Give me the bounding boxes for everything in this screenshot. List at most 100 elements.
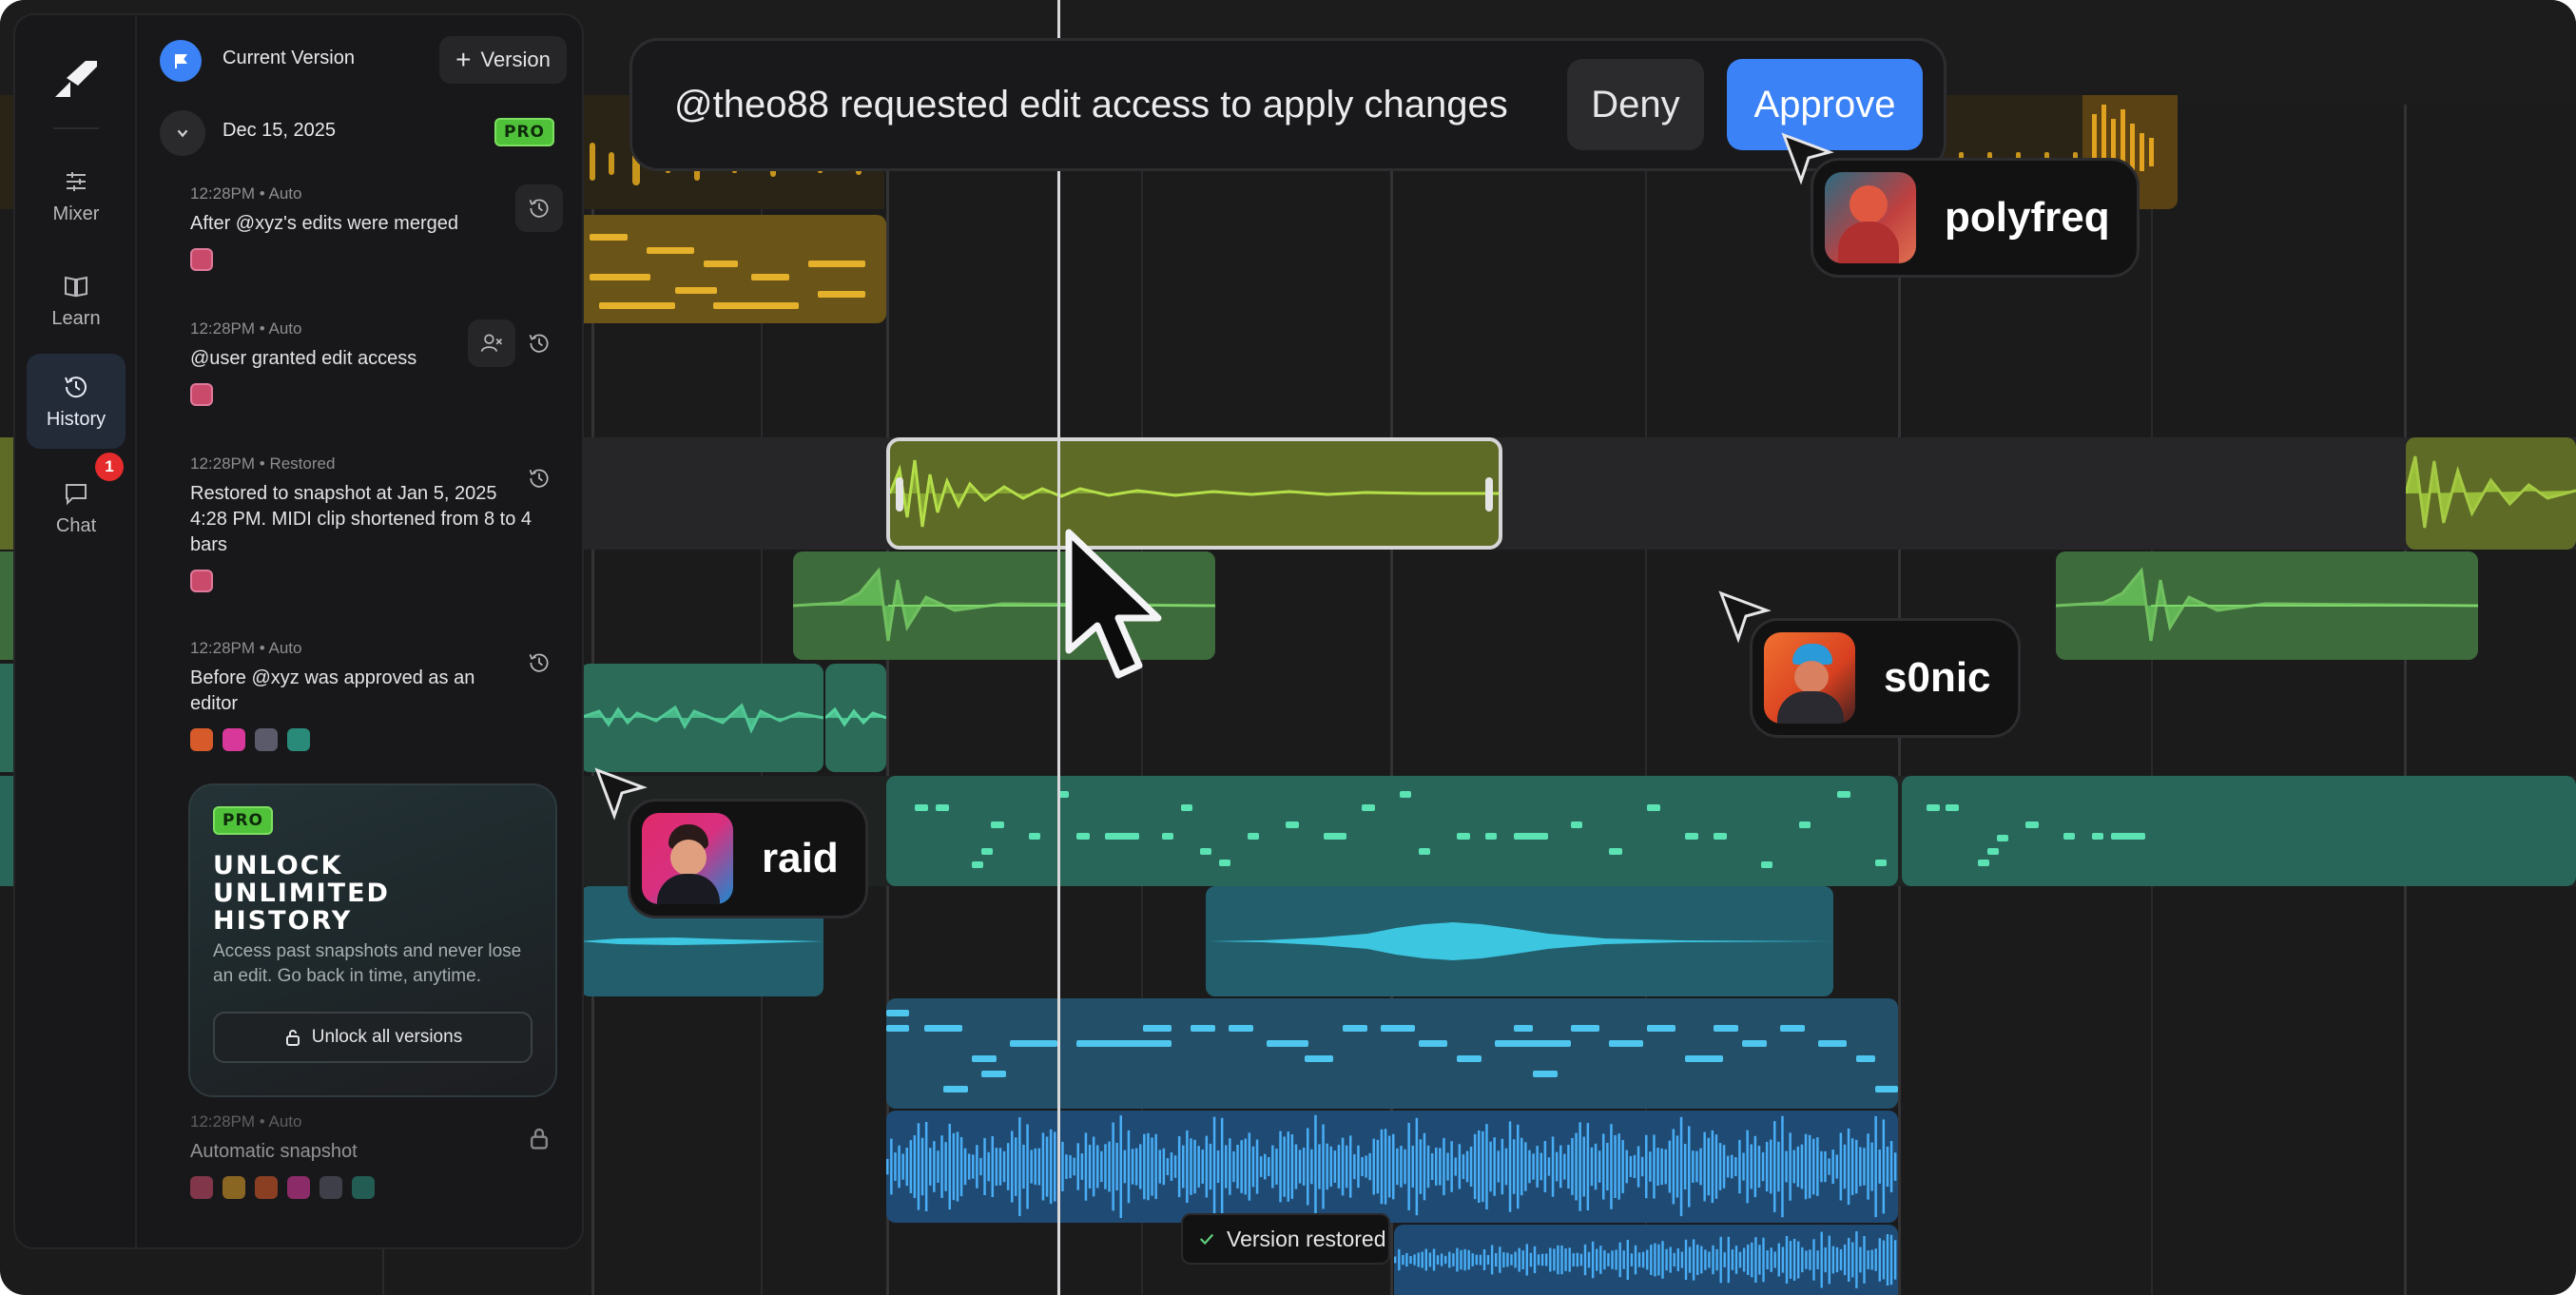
- waveform-bar: [1704, 1249, 1707, 1270]
- waveform-bar: [1034, 1148, 1036, 1186]
- app-logo-icon[interactable]: [49, 53, 103, 106]
- midi-clip-teal[interactable]: [1902, 776, 2576, 886]
- waveform-bar: [1151, 1137, 1153, 1196]
- waveform-bar: [1232, 1150, 1235, 1183]
- waveform-bar: [1889, 1141, 1893, 1192]
- waveform-bar: [987, 1151, 990, 1182]
- waveform-bar: [898, 1145, 901, 1189]
- audio-clip-blue[interactable]: [886, 1111, 1898, 1223]
- waveform-bar: [1259, 1156, 1263, 1177]
- waveform-bar: [1201, 1150, 1204, 1184]
- restore-button[interactable]: [515, 639, 563, 686]
- waveform-bar: [1162, 1148, 1166, 1186]
- waveform-bar: [894, 1152, 897, 1181]
- waveform-bar: [1380, 1129, 1384, 1205]
- waveform-bar: [1800, 1144, 1804, 1189]
- audio-clip-teal[interactable]: [825, 664, 886, 772]
- audio-clip-cyan[interactable]: [1206, 886, 1833, 996]
- waveform-bar: [1536, 1146, 1539, 1188]
- waveform-bar: [1785, 1236, 1789, 1284]
- waveform-bar: [1843, 1244, 1847, 1276]
- nav-rail: Mixer Learn History Chat 1: [15, 15, 137, 1247]
- unlock-all-versions-button[interactable]: Unlock all versions: [213, 1012, 533, 1063]
- audio-clip-teal[interactable]: [0, 664, 13, 772]
- waveform-bar: [1641, 1251, 1645, 1268]
- waveform-bar: [1568, 1247, 1571, 1272]
- waveform-bar: [1158, 1150, 1161, 1184]
- waveform-bar: [1859, 1147, 1862, 1187]
- waveform-bar: [1893, 1152, 1897, 1181]
- waveform-bar: [1654, 1243, 1656, 1277]
- history-entry[interactable]: 12:28PM • Restored Restored to snapshot …: [190, 454, 563, 592]
- revoke-access-button[interactable]: [468, 319, 515, 367]
- waveform-bar: [1797, 1241, 1800, 1279]
- waveform-bar: [1758, 1245, 1761, 1275]
- waveform-bar: [1886, 1234, 1889, 1285]
- audio-clip-selected[interactable]: [886, 437, 1502, 550]
- audio-clip-teal[interactable]: [580, 664, 823, 772]
- midi-clip-teal[interactable]: [886, 776, 1898, 886]
- restore-button[interactable]: [515, 454, 563, 502]
- waveform-bar: [1567, 1145, 1570, 1189]
- waveform-bar: [1084, 1132, 1088, 1201]
- waveform-bar: [1680, 1251, 1684, 1268]
- waveform-bar: [1170, 1152, 1173, 1181]
- entry-text: Restored to snapshot at Jan 5, 2025 4:28…: [190, 483, 533, 555]
- waveform-bar: [1041, 1132, 1045, 1201]
- waveform-bar: [1322, 1124, 1325, 1209]
- waveform-bar: [929, 1148, 932, 1186]
- waveform-bar: [1495, 1252, 1498, 1267]
- midi-clip-teal[interactable]: [0, 776, 13, 886]
- waveform-bar: [1646, 1249, 1649, 1270]
- user-remove-icon: [480, 334, 503, 353]
- history-panel: Current Version + Version Dec 15, 2025 P…: [137, 15, 582, 1247]
- clip-trim-handle-left[interactable]: [896, 477, 903, 512]
- waveform-bar: [1326, 1143, 1328, 1190]
- restore-button[interactable]: [515, 319, 563, 367]
- deny-button[interactable]: Deny: [1567, 59, 1704, 150]
- waveform-bar: [940, 1135, 943, 1198]
- rail-item-history[interactable]: History: [27, 354, 126, 449]
- waveform-bar: [1812, 1239, 1815, 1281]
- entry-text: @user granted edit access: [190, 348, 417, 369]
- playhead[interactable]: [1057, 0, 1060, 1295]
- waveform-bar: [1742, 1152, 1745, 1181]
- waveform-bar: [1368, 1152, 1371, 1181]
- restore-button[interactable]: [515, 184, 563, 232]
- waveform-bar: [1582, 1136, 1585, 1197]
- waveform-bar: [1096, 1145, 1099, 1189]
- history-entry[interactable]: 12:28PM • Auto Before @xyz was approved …: [190, 639, 563, 751]
- history-entry[interactable]: 12:28PM • Auto After @xyz's edits were m…: [190, 184, 563, 271]
- waveform-bar: [1688, 1126, 1691, 1208]
- waveform-bar: [1545, 1253, 1548, 1266]
- midi-clip-blue[interactable]: [886, 998, 1898, 1109]
- add-version-button[interactable]: + Version: [439, 36, 567, 84]
- audio-clip-green[interactable]: [0, 551, 13, 660]
- waveform-bar: [1411, 1145, 1414, 1188]
- waveform-bar: [1131, 1149, 1134, 1185]
- audio-clip-lime[interactable]: [2406, 437, 2576, 550]
- midi-clip-yellow[interactable]: [571, 215, 886, 323]
- rail-item-mixer[interactable]: Mixer: [27, 148, 126, 243]
- waveform-bar: [1404, 1149, 1406, 1185]
- rail-item-learn[interactable]: Learn: [27, 253, 126, 348]
- clip-trim-handle-right[interactable]: [1485, 477, 1493, 512]
- waveform-bar: [1405, 1252, 1408, 1267]
- history-icon: [529, 334, 549, 353]
- waveform-bar: [1835, 1247, 1839, 1273]
- collaborator-name: raid: [762, 835, 839, 881]
- waveform-bar: [1750, 1144, 1753, 1189]
- audio-clip-blue[interactable]: [1394, 1225, 1898, 1295]
- toast-notification: Version restored: [1181, 1213, 1390, 1265]
- audio-clip-lime[interactable]: [0, 437, 13, 550]
- waveform-bar: [1553, 1248, 1556, 1271]
- book-icon: [65, 276, 87, 297]
- waveform-bar: [1618, 1242, 1621, 1278]
- waveform-bar: [1882, 1119, 1886, 1214]
- audio-clip-green[interactable]: [2056, 551, 2478, 660]
- waveform-bar: [1625, 1150, 1628, 1184]
- waveform-bar: [909, 1140, 913, 1193]
- waveform-bar: [1650, 1245, 1653, 1275]
- current-version-label: Current Version: [223, 48, 355, 68]
- collapse-toggle[interactable]: [160, 110, 205, 156]
